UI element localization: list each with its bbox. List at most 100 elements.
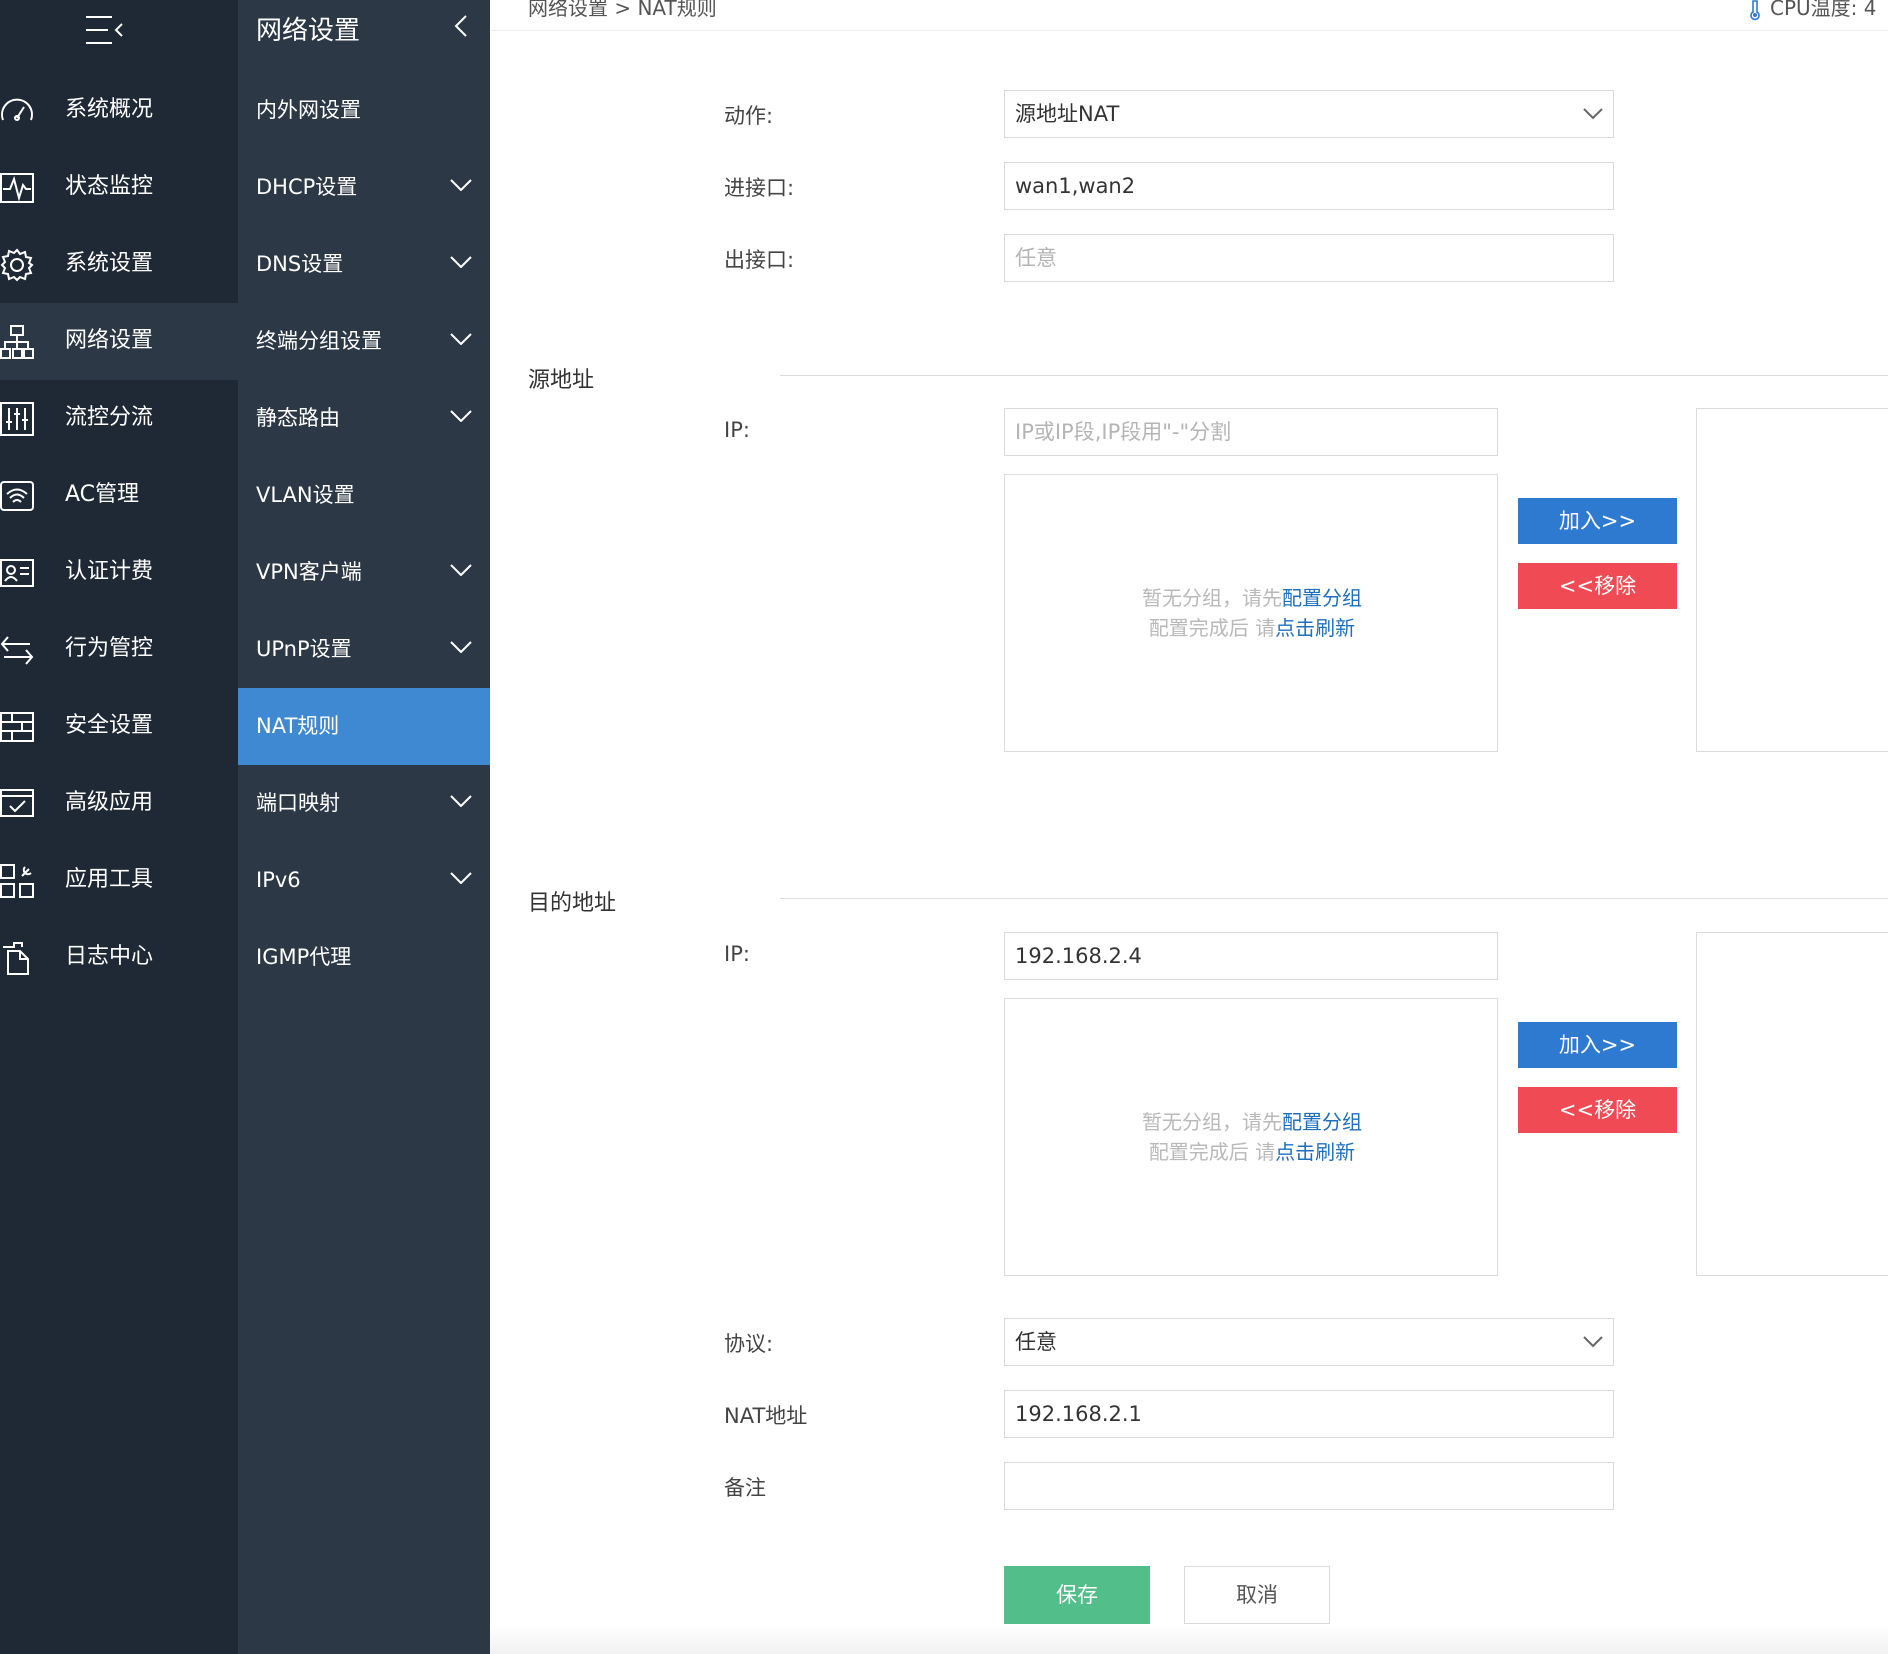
source-remove-button[interactable]: <<移除 [1518, 563, 1677, 609]
secondary-sidebar-header: 网络设置 [238, 0, 490, 60]
nav-label: 安全设置 [65, 713, 154, 738]
chevron-left-icon[interactable] [454, 14, 468, 38]
chevron-down-icon [450, 641, 472, 653]
group-empty-message-line2: 配置完成后 请点击刷新 [1005, 613, 1499, 643]
source-add-button[interactable]: 加入>> [1518, 498, 1677, 544]
menu-collapse-icon [86, 16, 123, 44]
group-empty-text: 配置完成后 请 [1148, 1140, 1276, 1164]
nav-item-traffic-control[interactable]: 流控分流 [0, 380, 238, 457]
collapse-menu-button[interactable] [0, 0, 238, 72]
nat-address-input[interactable]: 192.168.2.1 [1004, 1390, 1614, 1438]
action-select-value: 源地址NAT [1015, 102, 1120, 126]
subnav-label: NAT规则 [256, 714, 340, 738]
in-interface-label: 进接口: [724, 176, 795, 200]
destination-ip-label: IP: [724, 942, 750, 966]
destination-selected-list[interactable] [1696, 932, 1888, 1276]
group-empty-text: 暂无分组，请先 [1142, 1110, 1282, 1134]
chevron-down-icon [450, 872, 472, 884]
destination-add-button[interactable]: 加入>> [1518, 1022, 1677, 1068]
nav-label: 认证计费 [65, 559, 154, 584]
refresh-link[interactable]: 点击刷新 [1275, 616, 1355, 640]
configure-group-link[interactable]: 配置分组 [1282, 586, 1362, 610]
nav-item-advanced-apps[interactable]: 高级应用 [0, 765, 238, 842]
check-monitor-icon [0, 789, 34, 817]
nav-item-system-settings[interactable]: 系统设置 [0, 226, 238, 303]
nav-item-app-tools[interactable]: 应用工具 [0, 842, 238, 919]
nav-label: 状态监控 [65, 174, 154, 199]
subnav-item-static-route[interactable]: 静态路由 [238, 380, 490, 457]
source-section-divider [780, 375, 1888, 376]
group-empty-message-line1: 暂无分组，请先配置分组 [1005, 1107, 1499, 1137]
pulse-icon [0, 173, 34, 203]
subnav-item-nat-rules[interactable]: NAT规则 [238, 688, 490, 765]
group-empty-message-line1: 暂无分组，请先配置分组 [1005, 583, 1499, 613]
source-ip-label: IP: [724, 418, 750, 442]
refresh-link[interactable]: 点击刷新 [1275, 1140, 1355, 1164]
destination-remove-button[interactable]: <<移除 [1518, 1087, 1677, 1133]
subnav-item-lan-wan[interactable]: 内外网设置 [238, 72, 490, 149]
cpu-temperature: CPU温度: 4 [1748, 0, 1876, 21]
subnav-label: IGMP代理 [256, 945, 352, 969]
cancel-button[interactable]: 取消 [1184, 1566, 1330, 1624]
configure-group-link[interactable]: 配置分组 [1282, 1110, 1362, 1134]
subnav-item-dns[interactable]: DNS设置 [238, 226, 490, 303]
action-select[interactable]: 源地址NAT [1004, 90, 1614, 138]
nav-label: 日志中心 [65, 944, 154, 969]
nav-item-log-center[interactable]: 日志中心 [0, 919, 238, 996]
destination-ip-input[interactable]: 192.168.2.4 [1004, 932, 1498, 980]
nav-item-ac-management[interactable]: AC管理 [0, 457, 238, 534]
breadcrumb: 网络设置 > NAT规则 [528, 0, 717, 20]
group-empty-message-line2: 配置完成后 请点击刷新 [1005, 1137, 1499, 1167]
subnav-item-vpn-client[interactable]: VPN客户端 [238, 534, 490, 611]
remark-input[interactable] [1004, 1462, 1614, 1510]
subnav-label: 静态路由 [256, 406, 340, 430]
destination-group-list[interactable]: 暂无分组，请先配置分组 配置完成后 请点击刷新 [1004, 998, 1498, 1276]
wifi-icon [0, 481, 34, 511]
source-selected-list[interactable] [1696, 408, 1888, 752]
subnav-label: 终端分组设置 [256, 329, 382, 353]
subnav-label: VPN客户端 [256, 560, 362, 584]
subnav-item-ipv6[interactable]: IPv6 [238, 842, 490, 919]
in-interface-input[interactable]: wan1,wan2 [1004, 162, 1614, 210]
subnav-item-terminal-group[interactable]: 终端分组设置 [238, 303, 490, 380]
subnav-label: 内外网设置 [256, 98, 361, 122]
sliders-icon [0, 402, 34, 436]
out-interface-input[interactable]: 任意 [1004, 234, 1614, 282]
chevron-down-icon [450, 256, 472, 268]
nav-label: 系统设置 [65, 251, 154, 276]
subnav-label: DNS设置 [256, 252, 344, 276]
chevron-down-icon [450, 410, 472, 422]
action-label: 动作: [724, 104, 774, 128]
protocol-select[interactable]: 任意 [1004, 1318, 1614, 1366]
nav-item-status-monitor[interactable]: 状态监控 [0, 149, 238, 226]
nav-label: 系统概况 [65, 97, 154, 122]
bottom-edge [490, 1624, 1888, 1654]
nav-label: AC管理 [65, 482, 140, 507]
nav-item-network-settings[interactable]: 网络设置 [0, 303, 238, 380]
destination-section-divider [780, 898, 1888, 899]
source-ip-input[interactable]: IP或IP段,IP段用"-"分割 [1004, 408, 1498, 456]
save-button[interactable]: 保存 [1004, 1566, 1150, 1624]
secondary-sidebar: 网络设置 内外网设置 DHCP设置 DNS设置 终端分组设置 静态路由 VLAN… [238, 0, 490, 1654]
nav-item-auth-billing[interactable]: 认证计费 [0, 534, 238, 611]
nav-label: 行为管控 [65, 636, 154, 661]
subnav-item-igmp-proxy[interactable]: IGMP代理 [238, 919, 490, 996]
subnav-item-vlan[interactable]: VLAN设置 [238, 457, 490, 534]
nav-item-system-overview[interactable]: 系统概况 [0, 72, 238, 149]
subnav-item-dhcp[interactable]: DHCP设置 [238, 149, 490, 226]
header-divider [490, 30, 1888, 31]
source-group-list[interactable]: 暂无分组，请先配置分组 配置完成后 请点击刷新 [1004, 474, 1498, 752]
primary-sidebar: 系统概况 状态监控 系统设置 网络设置 流控分流 AC管理 认证计费 行为管控 … [0, 0, 238, 1654]
gear-icon [0, 248, 34, 282]
nav-label: 高级应用 [65, 790, 154, 815]
gauge-icon [1, 98, 33, 121]
group-empty-text: 配置完成后 请 [1148, 616, 1276, 640]
subnav-label: VLAN设置 [256, 483, 355, 507]
document-icon [3, 942, 29, 975]
secondary-sidebar-title: 网络设置 [256, 16, 361, 46]
subnav-item-port-mapping[interactable]: 端口映射 [238, 765, 490, 842]
nav-item-security-settings[interactable]: 安全设置 [0, 688, 238, 765]
nav-item-behavior-control[interactable]: 行为管控 [0, 611, 238, 688]
subnav-item-upnp[interactable]: UPnP设置 [238, 611, 490, 688]
group-empty-text: 暂无分组，请先 [1142, 586, 1282, 610]
